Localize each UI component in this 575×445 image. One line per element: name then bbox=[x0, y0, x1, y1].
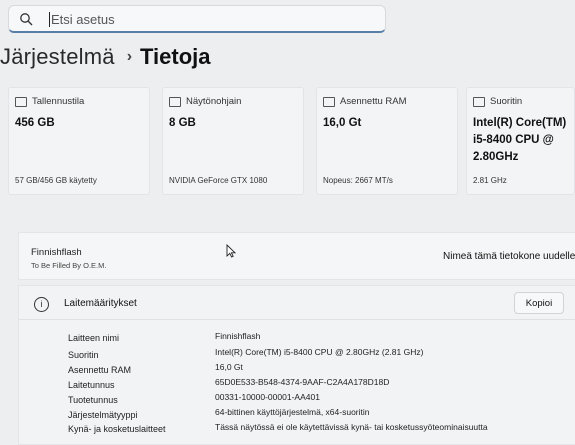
device-name-row: Finnishflash To Be Filled By O.E.M. Nime… bbox=[18, 232, 575, 280]
card-storage[interactable]: Tallennustila 456 GB 57 GB/456 GB käytet… bbox=[8, 87, 150, 195]
copy-button[interactable]: Kopioi bbox=[514, 292, 564, 314]
gpu-icon bbox=[169, 96, 181, 107]
spec-value: Intel(R) Core(TM) i5-8400 CPU @ 2.80GHz … bbox=[215, 347, 424, 357]
spec-value: Finnishflash bbox=[215, 331, 261, 341]
card-cpu[interactable]: Suoritin Intel(R) Core(TM) i5-8400 CPU @… bbox=[466, 87, 575, 195]
card-detail: NVIDIA GeForce GTX 1080 bbox=[169, 176, 268, 185]
card-label: Suoritin bbox=[490, 96, 523, 107]
breadcrumb-parent[interactable]: Järjestelmä bbox=[0, 44, 115, 69]
spec-key: Laitteen nimi bbox=[68, 333, 120, 343]
spec-value: 00331-10000-00001-AA401 bbox=[215, 392, 320, 402]
cpu-icon bbox=[473, 96, 485, 107]
spec-key: Tuotetunnus bbox=[68, 395, 118, 405]
card-detail: Nopeus: 2667 MT/s bbox=[323, 176, 393, 185]
card-value: 8 GB bbox=[169, 117, 196, 129]
card-ram[interactable]: Asennettu RAM 16,0 Gt Nopeus: 2667 MT/s bbox=[316, 87, 458, 195]
card-value: 456 GB bbox=[15, 117, 55, 129]
page-title: Tietoja bbox=[140, 44, 211, 69]
device-oem: To Be Filled By O.E.M. bbox=[31, 261, 107, 270]
card-label: Asennettu RAM bbox=[340, 96, 407, 107]
breadcrumb: Järjestelmä › Tietoja bbox=[0, 44, 211, 70]
card-gpu[interactable]: Näytönohjain 8 GB NVIDIA GeForce GTX 108… bbox=[162, 87, 304, 195]
text-caret bbox=[49, 12, 50, 27]
search-box[interactable]: Etsi asetus bbox=[8, 5, 386, 33]
spec-key: Järjestelmätyyppi bbox=[68, 410, 138, 420]
card-value: 16,0 Gt bbox=[323, 117, 362, 129]
spec-key: Suoritin bbox=[68, 350, 99, 360]
storage-icon bbox=[15, 96, 27, 107]
search-icon bbox=[20, 13, 33, 26]
chevron-right-icon: › bbox=[126, 48, 133, 65]
spec-key: Kynä- ja kosketuslaitteet bbox=[68, 424, 166, 434]
spec-key: Laitetunnus bbox=[68, 380, 115, 390]
card-label: Näytönohjain bbox=[186, 96, 242, 107]
specs-title: Laitemääritykset bbox=[64, 298, 137, 309]
spec-value: 65D0E533-B548-4374-9AAF-C2A4A178D18D bbox=[215, 377, 390, 387]
card-detail: 2.81 GHz bbox=[473, 176, 507, 185]
spec-value: 64-bittinen käyttöjärjestelmä, x64-suori… bbox=[215, 407, 370, 417]
device-name: Finnishflash bbox=[31, 247, 82, 258]
device-specifications-panel: i Laitemääritykset Kopioi Laitteen nimi … bbox=[18, 285, 575, 445]
search-input[interactable]: Etsi asetus bbox=[51, 12, 115, 27]
mouse-cursor-icon bbox=[226, 244, 236, 258]
card-label: Tallennustila bbox=[32, 96, 85, 107]
rename-pc-button[interactable]: Nimeä tämä tietokone uudelleen bbox=[443, 251, 575, 262]
card-value: Intel(R) Core(TM) i5-8400 CPU @ 2.80GHz bbox=[473, 117, 567, 163]
spec-key: Asennettu RAM bbox=[68, 365, 132, 375]
ram-icon bbox=[323, 96, 335, 107]
spec-value: 16,0 Gt bbox=[215, 362, 243, 372]
card-detail: 57 GB/456 GB käytetty bbox=[15, 176, 97, 185]
info-icon: i bbox=[34, 297, 49, 312]
divider bbox=[19, 319, 575, 320]
